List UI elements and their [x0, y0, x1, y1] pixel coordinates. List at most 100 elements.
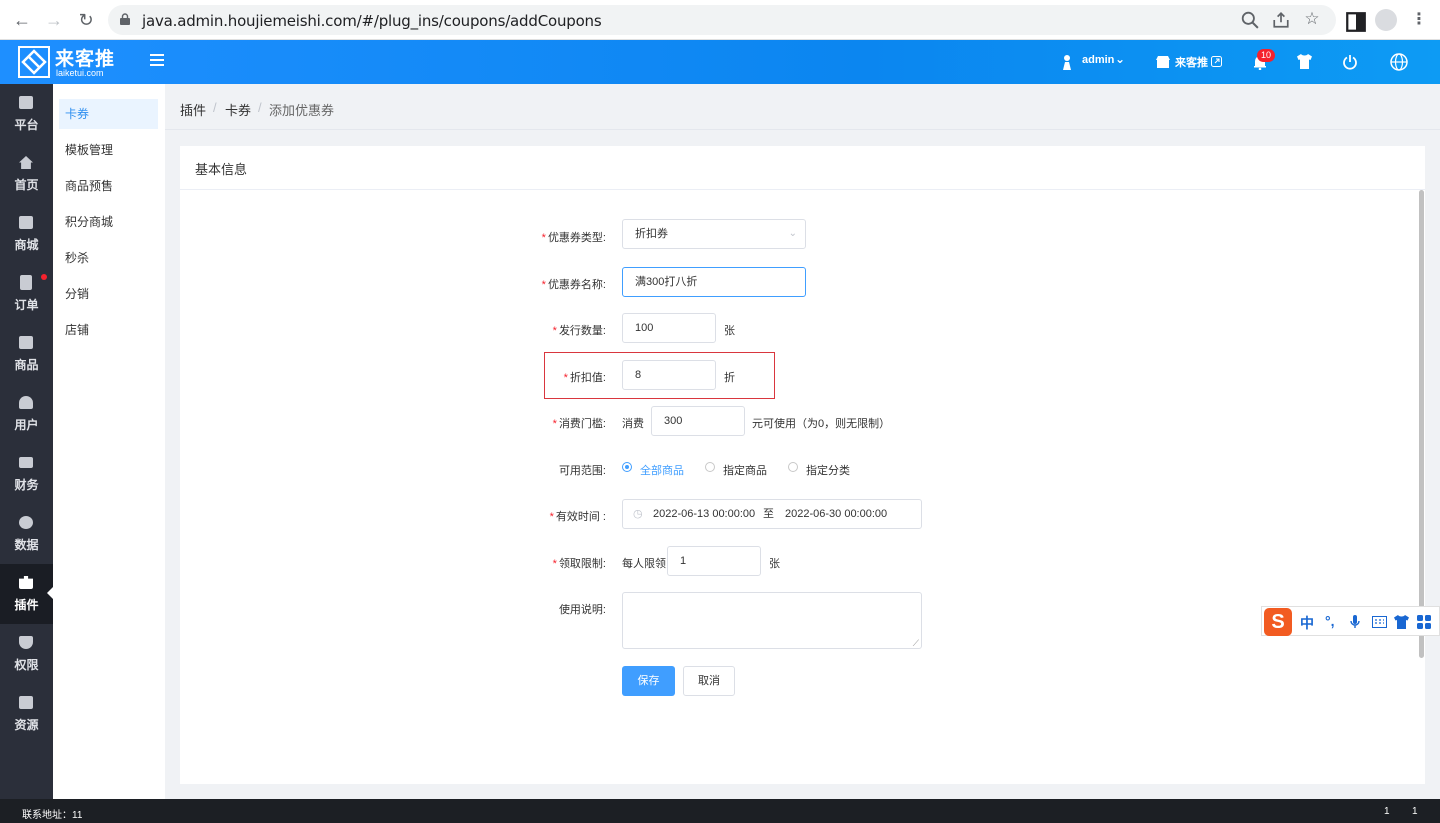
- sidebar-item-label: 数据: [14, 538, 39, 552]
- wallet-icon: [19, 457, 33, 468]
- back-icon[interactable]: ←: [12, 10, 32, 30]
- submenu-item-distribution[interactable]: 分销: [59, 279, 158, 309]
- power-icon[interactable]: [1342, 54, 1358, 70]
- submenu-item-presale[interactable]: 商品预售: [59, 171, 158, 201]
- shop-link[interactable]: 来客推: [1175, 54, 1208, 70]
- sidebar-item-finance[interactable]: 财务: [0, 444, 53, 504]
- sidebar-item-label: 用户: [14, 418, 39, 432]
- side-panel-icon[interactable]: [1346, 12, 1366, 32]
- star-icon[interactable]: ☆: [1303, 10, 1321, 28]
- sidebar-item-order[interactable]: 订单: [0, 264, 53, 324]
- logo-text: 来客推: [55, 49, 116, 70]
- usage-description-textarea[interactable]: ⟋: [622, 592, 922, 649]
- reload-icon[interactable]: ↻: [76, 10, 96, 30]
- zoom-icon[interactable]: [1241, 11, 1259, 29]
- platform-icon: [19, 96, 33, 109]
- user-menu[interactable]: admin: [1082, 54, 1114, 66]
- sidebar-item-home[interactable]: 首页: [0, 144, 53, 204]
- scope-goods-label[interactable]: 指定商品: [723, 462, 767, 478]
- scope-category-label[interactable]: 指定分类: [806, 462, 850, 478]
- footer-value-2: 1: [1412, 806, 1418, 817]
- save-button[interactable]: 保存: [622, 666, 675, 696]
- ime-toolbox-icon[interactable]: [1417, 615, 1431, 629]
- profile-avatar[interactable]: [1375, 9, 1397, 31]
- scope-all-label[interactable]: 全部商品: [640, 462, 684, 478]
- scrollbar[interactable]: [1419, 190, 1424, 658]
- logo-icon: [18, 46, 50, 78]
- store-icon: [19, 216, 33, 229]
- scope-goods-radio[interactable]: [705, 462, 715, 472]
- user-icon: [1063, 55, 1071, 70]
- sidebar-item-goods[interactable]: 商品: [0, 324, 53, 384]
- footer-value-1: 1: [1384, 806, 1390, 817]
- keyboard-icon[interactable]: [1372, 616, 1387, 628]
- microphone-icon[interactable]: [1350, 615, 1360, 629]
- address-bar[interactable]: java.admin.houjiemeishi.com/#/plug_ins/c…: [108, 5, 1336, 35]
- threshold-input[interactable]: 300: [651, 406, 745, 436]
- ime-punctuation-toggle[interactable]: °,: [1325, 613, 1335, 629]
- time-start: 2022-06-13 00:00:00: [653, 508, 756, 520]
- share-icon[interactable]: [1272, 11, 1290, 29]
- external-link-icon[interactable]: [1211, 56, 1222, 67]
- sidebar-item-label: 权限: [14, 658, 39, 672]
- time-range-separator: 至: [763, 508, 774, 520]
- language-globe-icon[interactable]: [1390, 53, 1408, 71]
- menu-kebab-icon[interactable]: ⋮: [1409, 10, 1429, 30]
- submenu-item-flash-sale[interactable]: 秒杀: [59, 243, 158, 273]
- threshold-suffix: 元可使用（为0，则无限制）: [752, 418, 891, 430]
- sidebar-item-platform[interactable]: 平台: [0, 84, 53, 144]
- breadcrumb: 插件 / 卡券 / 添加优惠券: [165, 84, 1440, 130]
- sidebar-item-user[interactable]: 用户: [0, 384, 53, 444]
- menu-toggle-icon[interactable]: [150, 54, 164, 66]
- pie-chart-icon: [19, 516, 33, 529]
- sidebar-item-plugins[interactable]: 插件: [0, 564, 54, 624]
- card-title: 基本信息: [195, 162, 248, 177]
- breadcrumb-coupons[interactable]: 卡券: [225, 100, 251, 119]
- scope-category-radio[interactable]: [788, 462, 798, 472]
- receive-limit-label: * 领取限制:: [552, 558, 606, 570]
- sidebar-item-store[interactable]: 商城: [0, 204, 53, 264]
- valid-time-range-picker[interactable]: ◷ 2022-06-13 00:00:00 至 2022-06-30 00:00…: [622, 499, 922, 529]
- shop-icon: [1156, 56, 1170, 68]
- breadcrumb-current: 添加优惠券: [269, 103, 335, 118]
- shield-icon: [19, 636, 33, 649]
- usage-description-label: 使用说明:: [558, 604, 606, 616]
- image-icon: [19, 696, 33, 709]
- user-icon: [19, 396, 33, 409]
- submenu-item-coupons[interactable]: 卡券: [59, 99, 158, 129]
- receive-limit-input[interactable]: 1: [667, 546, 761, 576]
- coupon-name-input[interactable]: 满300打八折: [622, 267, 806, 297]
- sidebar-item-label: 首页: [14, 178, 39, 192]
- sidebar-item-data[interactable]: 数据: [0, 504, 53, 564]
- sogou-logo-icon[interactable]: S: [1264, 608, 1292, 636]
- sidebar-item-resource[interactable]: 资源: [0, 684, 53, 744]
- receive-limit-prefix: 每人限领: [622, 558, 666, 570]
- sidebar-item-label: 商城: [14, 238, 39, 252]
- coupon-type-value: 折扣券: [635, 228, 668, 240]
- coupon-type-select[interactable]: 折扣券 ⌄: [622, 219, 806, 249]
- discount-value-input[interactable]: 8: [622, 360, 716, 390]
- chevron-down-icon[interactable]: ⌄: [1115, 52, 1125, 66]
- sidebar-item-label: 插件: [14, 598, 39, 612]
- submenu-item-points-mall[interactable]: 积分商城: [59, 207, 158, 237]
- issue-quantity-input[interactable]: 100: [622, 313, 716, 343]
- puzzle-icon: [19, 576, 33, 589]
- chevron-down-icon: ⌄: [788, 228, 797, 239]
- cancel-button[interactable]: 取消: [683, 666, 735, 696]
- breadcrumb-plugins[interactable]: 插件: [180, 100, 206, 119]
- scope-all-radio[interactable]: [622, 462, 632, 472]
- breadcrumb-separator: /: [213, 100, 217, 115]
- sidebar-item-permission[interactable]: 权限: [0, 624, 53, 684]
- receive-limit-unit: 张: [769, 558, 780, 570]
- logo-subtext: laiketui.com: [56, 68, 104, 78]
- theme-shirt-icon[interactable]: [1296, 54, 1313, 69]
- threshold-prefix: 消费: [622, 418, 644, 430]
- coupon-name-label: * 优惠券名称:: [541, 279, 606, 291]
- submenu-item-shop[interactable]: 店铺: [59, 315, 158, 345]
- submenu-item-templates[interactable]: 模板管理: [59, 135, 158, 165]
- skin-shirt-icon[interactable]: [1394, 615, 1409, 629]
- resize-handle-icon[interactable]: ⟋: [913, 639, 919, 648]
- forward-icon[interactable]: →: [44, 10, 64, 30]
- ime-language-toggle[interactable]: 中: [1300, 613, 1314, 633]
- card-header: 基本信息: [180, 146, 1425, 190]
